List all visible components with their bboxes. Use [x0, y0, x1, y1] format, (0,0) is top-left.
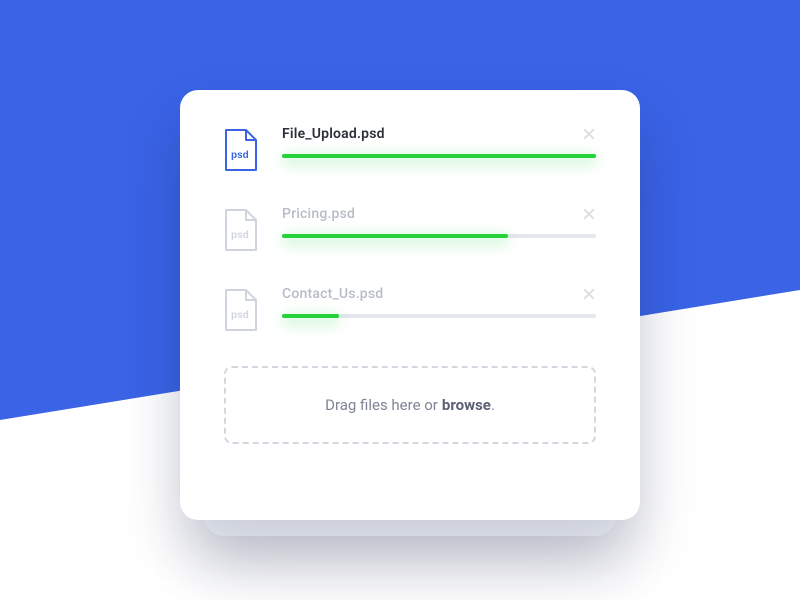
progress-bar	[282, 154, 596, 158]
remove-file-button[interactable]	[582, 287, 596, 301]
progress-track	[282, 234, 596, 238]
file-name: Pricing.psd	[282, 206, 355, 222]
dropzone-text: Drag files here or	[325, 396, 438, 414]
file-name: Contact_Us.psd	[282, 286, 383, 302]
file-psd-icon: psd	[224, 208, 258, 252]
file-psd-icon: psd	[224, 128, 258, 172]
progress-bar	[282, 234, 508, 238]
progress-bar	[282, 314, 339, 318]
remove-file-button[interactable]	[582, 207, 596, 221]
dropzone-browse-link[interactable]: browse	[442, 396, 491, 414]
svg-text:psd: psd	[231, 150, 249, 161]
dropzone-suffix: .	[491, 396, 495, 414]
svg-text:psd: psd	[231, 230, 249, 241]
progress-track	[282, 154, 596, 158]
progress-track	[282, 314, 596, 318]
file-row: psd Pricing.psd	[224, 206, 596, 252]
svg-text:psd: psd	[231, 310, 249, 321]
dropzone[interactable]: Drag files here or browse.	[224, 366, 596, 444]
file-psd-icon: psd	[224, 288, 258, 332]
remove-file-button[interactable]	[582, 127, 596, 141]
file-name: File_Upload.psd	[282, 126, 385, 142]
file-row: psd File_Upload.psd	[224, 126, 596, 172]
upload-card: psd File_Upload.psd psd	[180, 90, 640, 520]
file-row: psd Contact_Us.psd	[224, 286, 596, 332]
